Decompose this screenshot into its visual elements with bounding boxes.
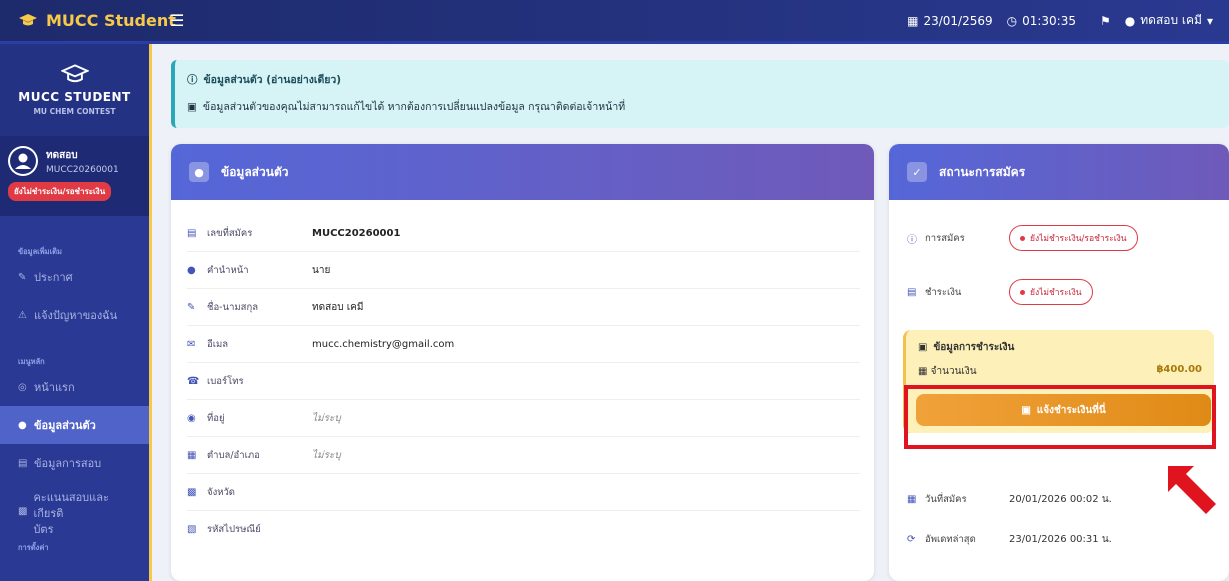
payment-status-badge: ยังไม่ชำระเงิน/รอชำระเงิน xyxy=(8,182,112,201)
user-icon: ● xyxy=(18,419,27,431)
sync-icon: ⟳ xyxy=(907,533,916,545)
user-code: MUCC20260001 xyxy=(46,164,119,175)
section-more-info: ข้อมูลเพิ่มเติม xyxy=(18,247,63,256)
profile-row-province: ▩ จังหวัด xyxy=(187,474,860,511)
info-icon: ⓘ xyxy=(187,74,198,86)
file-icon: ▤ xyxy=(18,457,28,469)
section-main-menu: เมนูหลัก xyxy=(18,357,45,366)
highlight-box xyxy=(904,385,1216,449)
profile-card: ● ข้อมูลส่วนตัว ▤ เลขที่สมัคร MUCC20260001 … xyxy=(171,144,874,581)
credit-card-icon: ▤ xyxy=(907,286,917,298)
menu-toggle-icon[interactable]: ☰ xyxy=(170,11,184,30)
status-row-registration: ⓘ การสมัคร ยังไม่ชำระเงิน/รอชำระเงิน xyxy=(889,218,1229,258)
money-icon: ▦ xyxy=(918,366,928,377)
profile-row-phone: ☎ เบอร์โทร xyxy=(187,363,860,400)
profile-row-application-no: ▤ เลขที่สมัคร MUCC20260001 xyxy=(187,215,860,252)
graduation-cap-icon xyxy=(60,64,89,83)
avatar xyxy=(8,146,38,176)
user-icon: ● xyxy=(1124,13,1136,28)
sidebar-item-exam-info[interactable]: ▤ ข้อมูลการสอบ xyxy=(0,444,149,482)
status-row-updated: ⟳ อัพเดทล่าสุด 23/01/2026 00:31 น. xyxy=(907,533,1112,545)
clock-icon: ◷ xyxy=(1006,13,1018,28)
section-settings: การตั้งค่า xyxy=(18,543,49,552)
time-display: ◷ 01:30:35 xyxy=(1006,13,1076,28)
sidebar-item-my-issues[interactable]: ⚠ แจ้งปัญหาของฉัน xyxy=(0,296,149,334)
arrow-icon xyxy=(1168,466,1216,514)
user-name: ทดสอบ xyxy=(46,149,78,161)
profile-card-title: ข้อมูลส่วนตัว xyxy=(221,164,289,179)
clipboard-check-icon: ✓ xyxy=(907,162,927,182)
brand[interactable]: MUCC Student xyxy=(0,11,176,30)
caret-down-icon: ▾ xyxy=(1206,13,1213,28)
sidebar-item-home[interactable]: ◎ หน้าแรก xyxy=(0,368,149,406)
readonly-alert: ⓘ ข้อมูลส่วนตัว (อ่านอย่างเดียว) ▣ ข้อมูลส… xyxy=(171,60,1229,128)
status-card-title: สถานะการสมัคร xyxy=(939,164,1026,179)
amount-label: ▦ จำนวนเงิน xyxy=(918,366,977,377)
main-content: ⓘ ข้อมูลส่วนตัว (อ่านอย่างเดียว) ▣ ข้อมูลส… xyxy=(155,44,1229,581)
id-card-icon: ▤ xyxy=(187,227,197,239)
profile-row-postcode: ▧ รหัสไปรษณีย์ xyxy=(187,524,261,535)
status-row-payment: ▤ ชำระเงิน ยังไม่ชำระเงิน xyxy=(889,272,1229,312)
map-icon: ▦ xyxy=(187,449,197,461)
warning-icon: ⚠ xyxy=(18,309,27,321)
map-pin-icon: ◉ xyxy=(187,412,196,424)
dashboard-icon: ◎ xyxy=(18,381,27,393)
profile-row-email: ✉ อีเมล mucc.chemistry@gmail.com xyxy=(187,326,860,363)
sidebar: MUCC STUDENT MU CHEM CONTEST ทดสอบ MUCC2… xyxy=(0,44,152,581)
sidebar-logo[interactable]: MUCC STUDENT MU CHEM CONTEST xyxy=(0,44,149,136)
logo-subtitle: MU CHEM CONTEST xyxy=(33,107,116,116)
envelope-icon: ✉ xyxy=(187,338,196,350)
user-icon: ● xyxy=(189,162,209,182)
lock-icon: ▣ xyxy=(187,100,197,113)
city-icon: ▩ xyxy=(187,486,197,498)
profile-row-prefix: ● คำนำหน้า นาย xyxy=(187,252,860,289)
profile-row-address: ◉ ที่อยู่ ไม่ระบุ xyxy=(187,400,860,437)
sidebar-item-announcements[interactable]: ✎ ประกาศ xyxy=(0,258,149,296)
user-avatar-icon xyxy=(10,148,36,174)
user-menu[interactable]: ● ทดสอบ เคมี ▾ xyxy=(1125,11,1213,30)
date-display: ▦ 23/01/2569 xyxy=(907,13,993,28)
mailbox-icon: ▧ xyxy=(187,524,197,535)
amount-value: ฿400.00 xyxy=(1156,364,1202,375)
bell-icon[interactable]: ⚑ xyxy=(1100,14,1111,28)
sidebar-item-profile[interactable]: ● ข้อมูลส่วนตัว xyxy=(0,406,149,444)
graduation-cap-icon xyxy=(19,13,37,25)
signature-icon: ✎ xyxy=(187,301,196,313)
sidebar-item-scores-certificate[interactable]: ▩ คะแนนสอบและเกียรติ บัตร xyxy=(0,482,149,536)
payment-status-badge: ยังไม่ชำระเงิน xyxy=(1009,279,1093,305)
brand-name: MUCC Student xyxy=(46,11,176,30)
profile-row-fullname: ✎ ชื่อ-นามสกุล ทดสอบ เคมี xyxy=(187,289,860,326)
info-icon: ⓘ xyxy=(907,234,917,246)
user-panel: ทดสอบ MUCC20260001 ยังไม่ชำระเงิน/รอชำระ… xyxy=(0,136,149,216)
user-tag-icon: ● xyxy=(187,264,196,276)
phone-icon: ☎ xyxy=(187,375,200,387)
calendar-icon: ▦ xyxy=(907,13,919,28)
alert-body: ข้อมูลส่วนตัวของคุณไม่สามารถแก้ไขได้ หาก… xyxy=(202,101,626,113)
logo-title: MUCC STUDENT xyxy=(18,90,131,104)
alert-title: ข้อมูลส่วนตัว (อ่านอย่างเดียว) xyxy=(203,74,342,86)
top-bar: MUCC Student ☰ ▦ 23/01/2569 ◷ 01:30:35 ⚑ ●… xyxy=(0,0,1229,44)
wallet-icon: ▣ xyxy=(918,342,928,353)
profile-row-district: ▦ ตำบล/อำเภอ ไม่ระบุ xyxy=(187,437,860,474)
registration-status-badge: ยังไม่ชำระเงิน/รอชำระเงิน xyxy=(1009,225,1138,251)
megaphone-icon: ✎ xyxy=(18,271,27,283)
chart-icon: ▩ xyxy=(18,506,28,517)
calendar-icon: ▦ xyxy=(907,493,917,505)
